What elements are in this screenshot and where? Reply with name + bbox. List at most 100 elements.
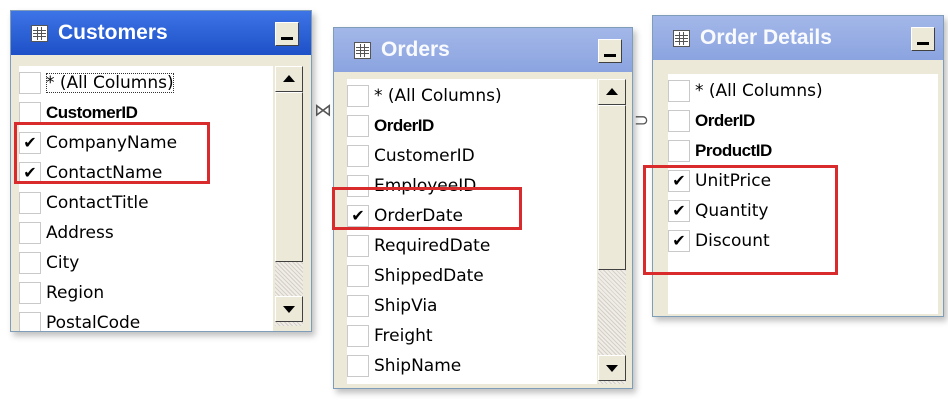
column-label: ProductID [695,141,772,160]
checkbox[interactable] [668,110,690,132]
minimize-button[interactable] [598,39,622,63]
order-details-column-list[interactable]: * (All Columns) OrderID ProductID ✔ UnitPric… [668,74,938,314]
checked-checkbox[interactable]: ✔ [668,170,690,192]
column-row[interactable]: OrderID [668,106,755,136]
checkbox[interactable] [347,235,369,257]
checkbox[interactable] [19,72,41,94]
column-label: PostalCode [46,313,141,331]
customers-title-bar[interactable]: Customers [11,11,311,55]
scroll-thumb[interactable] [598,105,626,270]
checkbox[interactable] [19,252,41,274]
checked-checkbox[interactable]: ✔ [347,205,369,227]
orders-title: Orders [381,38,450,61]
column-row[interactable]: ✔ UnitPrice [668,166,771,196]
scroll-thumb[interactable] [275,92,303,262]
column-label: Region [46,283,105,303]
column-row[interactable]: Address [19,218,114,248]
checkbox[interactable] [19,312,41,331]
column-row[interactable]: CustomerID [19,98,138,128]
join-line-icon: ⋈ [314,100,332,121]
column-label: CustomerID [374,146,475,166]
column-label: ShippedDate [374,266,484,286]
column-row[interactable]: OrderID [347,111,434,141]
checkbox[interactable] [347,175,369,197]
scroll-down-button[interactable] [275,296,303,322]
column-label: ShipVia [374,296,438,316]
checked-checkbox[interactable]: ✔ [668,230,690,252]
column-label: * (All Columns) [695,81,823,101]
column-label: EmployeeID [374,176,477,196]
column-row[interactable]: ✔ Quantity [668,196,768,226]
order-details-title-bar[interactable]: Order Details [653,16,943,60]
column-row[interactable]: ✔ Discount [668,226,770,256]
column-row[interactable]: City [19,248,79,278]
customers-scrollbar[interactable] [275,66,303,326]
scroll-down-button[interactable] [598,355,626,381]
checkbox[interactable] [347,295,369,317]
checkbox[interactable] [668,140,690,162]
column-row[interactable]: ✔ CompanyName [19,128,177,158]
column-label: Discount [695,231,770,251]
column-row[interactable]: ContactTitle [19,188,149,218]
checkbox[interactable] [347,145,369,167]
checkbox[interactable] [347,355,369,377]
column-row[interactable]: ShippedDate [347,261,484,291]
checkbox[interactable] [668,80,690,102]
column-label: OrderID [695,111,755,130]
table-icon [31,24,48,42]
column-row[interactable]: * (All Columns) [668,76,823,106]
column-label: Quantity [695,201,769,221]
column-label: UnitPrice [695,171,772,191]
column-row[interactable]: * (All Columns) [347,81,502,111]
checked-checkbox[interactable]: ✔ [668,200,690,222]
column-label: OrderID [374,116,434,135]
column-label: ShipName [374,356,462,376]
column-label: * (All Columns) [374,86,502,106]
column-label: CompanyName [46,133,178,153]
orders-column-list[interactable]: * (All Columns) OrderID CustomerID Employee… [347,79,597,384]
column-row[interactable]: PostalCode [19,308,140,331]
orders-table-window[interactable]: Orders * (All Columns) OrderID CustomerID E… [333,27,633,389]
customers-title: Customers [58,21,168,44]
column-label: City [46,253,80,273]
column-row[interactable]: ShipName [347,351,461,381]
column-row[interactable]: CustomerID [347,141,475,171]
scroll-up-button[interactable] [275,66,303,92]
table-icon [354,41,371,59]
checkbox[interactable] [347,85,369,107]
checkbox[interactable] [19,282,41,304]
checked-checkbox[interactable]: ✔ [19,162,41,184]
join-line-icon: ⊃ [634,110,650,131]
column-row[interactable]: ✔ ContactName [19,158,162,188]
column-row[interactable]: ✔ OrderDate [347,201,463,231]
scroll-up-button[interactable] [598,79,626,105]
orders-title-bar[interactable]: Orders [334,28,632,72]
order-details-table-window[interactable]: Order Details * (All Columns) OrderID Prod… [652,15,944,317]
checkbox[interactable] [19,222,41,244]
column-row[interactable]: RequiredDate [347,231,490,261]
column-label: CustomerID [46,103,138,122]
column-row[interactable]: ProductID [668,136,772,166]
column-row[interactable]: Region [19,278,104,308]
column-row[interactable]: EmployeeID [347,171,476,201]
customers-table-window[interactable]: Customers * (All Columns) CustomerID ✔ Comp… [10,10,312,332]
minimize-button[interactable] [275,22,299,46]
column-row[interactable]: ShipVia [347,291,437,321]
column-label: OrderDate [374,206,463,226]
checkbox[interactable] [347,115,369,137]
column-row[interactable]: * (All Columns) [19,68,174,98]
checkbox[interactable] [19,102,41,124]
column-row[interactable]: Freight [347,321,433,351]
checkbox[interactable] [347,265,369,287]
column-label: ContactName [46,163,163,183]
column-label: * (All Columns) [46,73,174,93]
minimize-button[interactable] [911,27,935,51]
checkbox[interactable] [347,325,369,347]
orders-scrollbar[interactable] [598,79,626,384]
customers-column-list[interactable]: * (All Columns) CustomerID ✔ CompanyName ✔ Co… [19,66,273,331]
order-details-title: Order Details [700,26,832,49]
column-label: RequiredDate [374,236,491,256]
checked-checkbox[interactable]: ✔ [19,132,41,154]
column-label: Address [46,223,114,243]
checkbox[interactable] [19,192,41,214]
